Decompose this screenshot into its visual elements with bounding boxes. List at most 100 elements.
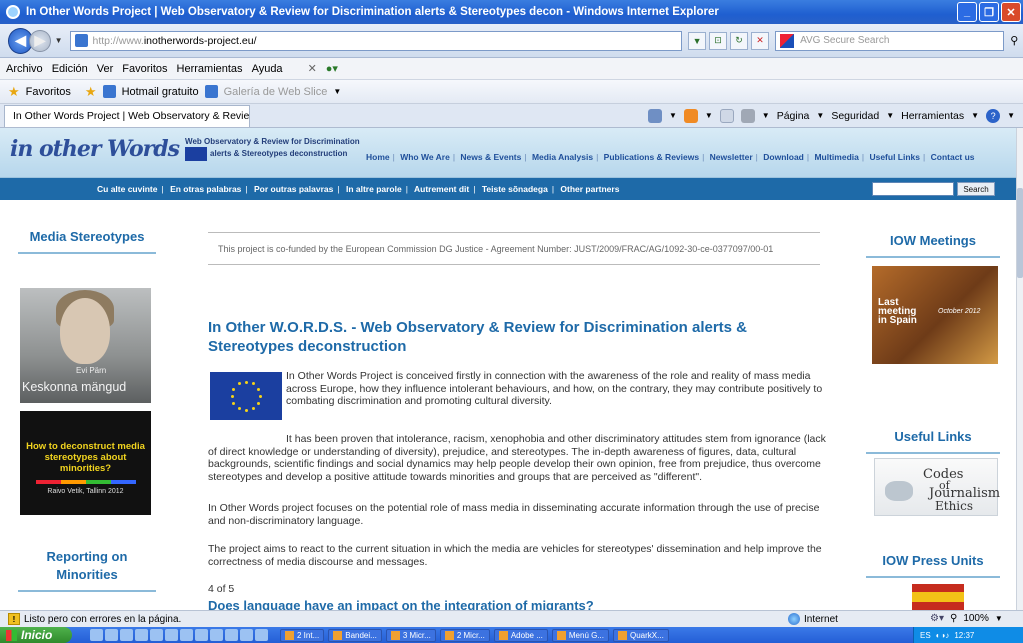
close-toolbar-icon[interactable]: ✕ [308,62,317,75]
tray-icons[interactable]: ◐◑♪ [936,631,950,640]
task-ie[interactable]: 2 Int... [280,628,325,642]
nav-who-we-are[interactable]: Who We Are [400,152,450,162]
rss-icon[interactable] [683,108,698,123]
task-word-2[interactable]: 2 Micr... [439,628,490,642]
herramientas-dropdown-icon[interactable]: ▼ [971,111,979,120]
howto-deconstruct-banner[interactable]: How to deconstruct media stereotypes abo… [20,411,151,515]
lang-portuguese[interactable]: Por outras palavras [254,184,333,194]
maximize-button[interactable]: ❐ [979,2,999,22]
quick-launch-icon[interactable] [195,629,208,641]
iow-meetings-heading[interactable]: IOW Meetings [866,232,1000,250]
search-input[interactable]: AVG Secure Search [775,30,1004,51]
quick-launch-icon[interactable] [210,629,223,641]
favorites-star-icon[interactable]: ★ [8,84,20,100]
home-dropdown-icon[interactable]: ▼ [669,111,677,120]
favorite-web-slice[interactable]: Galería de Web Slice [224,86,328,98]
clock[interactable]: 12:37 [954,631,974,640]
task-word-1[interactable]: 3 Micr... [385,628,436,642]
spain-flag-icon[interactable] [912,584,964,610]
nav-news-events[interactable]: News & Events [460,152,521,162]
command-seguridad[interactable]: Seguridad [831,110,879,122]
print-icon[interactable] [740,108,755,123]
refresh-icon[interactable]: ↻ [730,31,749,50]
next-article-title[interactable]: Does language have an impact on the inte… [208,598,594,610]
nav-media-analysis[interactable]: Media Analysis [532,152,593,162]
lang-italian[interactable]: In altre parole [346,184,402,194]
print-dropdown-icon[interactable]: ▼ [762,111,770,120]
lang-other-partners[interactable]: Other partners [560,184,619,194]
quick-launch-icon[interactable] [240,629,253,641]
help-icon[interactable]: ? [986,108,1001,123]
task-adobe[interactable]: Adobe ... [493,628,548,642]
nav-contact-us[interactable]: Contact us [931,152,975,162]
quick-launch-icon[interactable] [135,629,148,641]
rss-dropdown-icon[interactable]: ▼ [705,111,713,120]
nav-multimedia[interactable]: Multimedia [814,152,858,162]
menu-item-ayuda[interactable]: Ayuda [252,63,283,75]
home-icon[interactable] [647,108,662,123]
zoom-dropdown-icon[interactable]: ▼ [995,614,1003,623]
url-dropdown-icon[interactable]: ▼ [688,31,707,50]
quick-launch-icon[interactable] [255,629,268,641]
site-search-input[interactable] [872,182,954,196]
lang-french[interactable]: Autrement dit [414,184,469,194]
media-stereotypes-image[interactable]: Evi Pärn Keskonna mängud [20,288,151,403]
quick-launch-icon[interactable] [165,629,178,641]
help-dropdown-icon[interactable]: ▼ [1007,111,1015,120]
zoom-control[interactable]: ⚙▾ ⚲ 100% ▼ [930,613,1003,624]
nav-home[interactable]: Home [366,152,390,162]
convert-icon[interactable]: ●▾ [326,62,338,75]
language-indicator[interactable]: ES [920,631,931,640]
scrollbar-thumb[interactable] [1017,188,1023,278]
web-slice-dropdown-icon[interactable]: ▼ [333,87,341,96]
url-input[interactable]: http://www. inotherwords-project.eu/ [70,30,683,51]
command-pagina[interactable]: Página [777,110,810,122]
useful-links-heading[interactable]: Useful Links [866,428,1000,446]
seguridad-dropdown-icon[interactable]: ▼ [886,111,894,120]
site-search-button[interactable]: Search [957,182,995,196]
forward-button[interactable]: ▶ [29,29,51,52]
quick-launch-icon[interactable] [120,629,133,641]
reporting-on-minorities-heading[interactable]: Reporting on Minorities [18,548,156,584]
start-button[interactable]: Inicio [0,627,72,643]
command-herramientas[interactable]: Herramientas [901,110,964,122]
menu-item-ver[interactable]: Ver [97,63,114,75]
quick-launch-icon[interactable] [225,629,238,641]
close-button[interactable]: ✕ [1001,2,1021,22]
iow-press-units-heading[interactable]: IOW Press Units [866,552,1000,570]
warning-icon[interactable]: ! [8,613,20,625]
task-quark[interactable]: QuarkX... [613,628,669,642]
task-bandeja[interactable]: Bandei... [328,628,382,642]
add-favorite-icon[interactable]: ★ [85,84,97,100]
history-dropdown-icon[interactable]: ▼ [55,36,63,45]
favorites-button[interactable]: Favoritos [26,86,71,98]
quick-launch-icon[interactable] [150,629,163,641]
stop-icon[interactable]: ✕ [751,31,770,50]
lang-estonian[interactable]: Teiste sõnadega [482,184,548,194]
site-logo[interactable]: in other Words Web Observatory & Review … [10,136,395,162]
lang-spanish[interactable]: En otras palabras [170,184,241,194]
mail-icon[interactable] [719,108,734,123]
nav-download[interactable]: Download [763,152,804,162]
menu-item-edicion[interactable]: Edición [52,63,88,75]
menu-item-herramientas[interactable]: Herramientas [177,63,243,75]
quick-launch-icon[interactable] [180,629,193,641]
article-title[interactable]: In Other W.O.R.D.S. - Web Observatory & … [208,318,818,356]
compatibility-icon[interactable]: ⊡ [709,31,728,50]
favorite-hotmail[interactable]: Hotmail gratuito [122,86,199,98]
quick-launch-icon[interactable] [105,629,118,641]
nav-useful-links[interactable]: Useful Links [869,152,920,162]
task-menu[interactable]: Menú G... [551,628,609,642]
quick-launch-icon[interactable] [90,629,103,641]
security-zone[interactable]: Internet [788,613,838,625]
search-icon[interactable]: ⚲ [1006,31,1023,51]
codes-journalism-ethics-banner[interactable]: Codes of Journalism Ethics [874,458,1000,516]
menu-item-favoritos[interactable]: Favoritos [122,63,167,75]
vertical-scrollbar[interactable] [1016,128,1023,610]
menu-item-archivo[interactable]: Archivo [6,63,43,75]
meeting-image[interactable]: Last meeting in Spain October 2012 [872,266,998,364]
tab-current[interactable]: In Other Words Project | Web Observatory… [4,104,250,127]
media-stereotypes-heading[interactable]: Media Stereotypes [18,228,156,246]
nav-newsletter[interactable]: Newsletter [710,152,753,162]
nav-publications[interactable]: Publications & Reviews [604,152,699,162]
